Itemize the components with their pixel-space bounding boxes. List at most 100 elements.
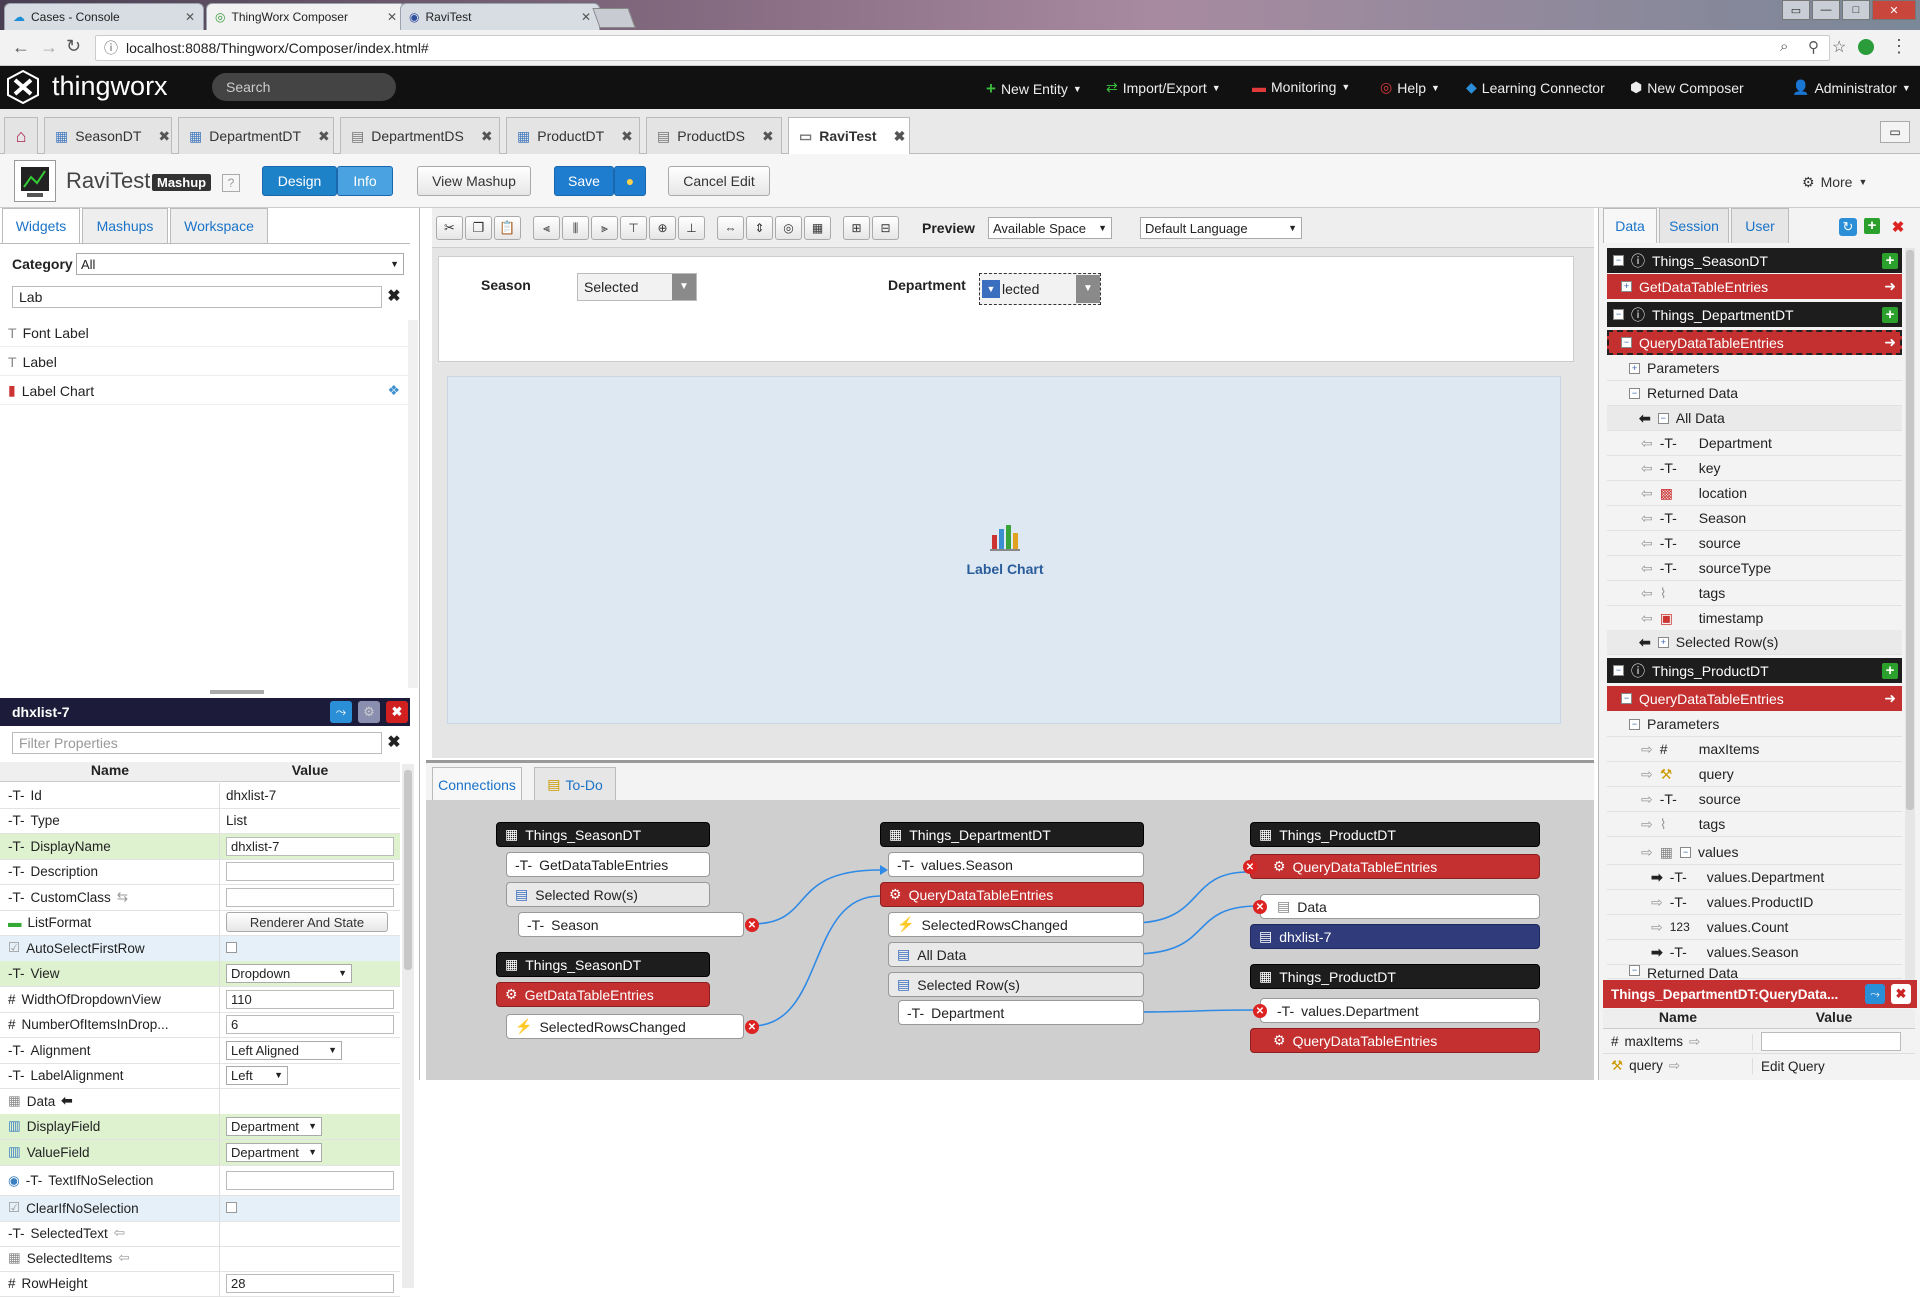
refresh-icon[interactable]: ↻ bbox=[1839, 218, 1857, 236]
new-entity-menu[interactable]: + New Entity ▼ bbox=[986, 79, 1082, 99]
tree-param-query[interactable]: ⇨ ⚒ query bbox=[1607, 762, 1902, 787]
collapse-icon[interactable]: − bbox=[1621, 693, 1632, 704]
bookmark-star-icon[interactable]: ☆ bbox=[1832, 37, 1846, 57]
edit-query-link[interactable]: Edit Query bbox=[1753, 1059, 1915, 1074]
node-selectedrowschanged[interactable]: ⚡ SelectedRowsChanged bbox=[506, 1014, 744, 1039]
add-data-icon[interactable]: + bbox=[1864, 218, 1880, 234]
close-icon[interactable]: ✖ bbox=[762, 128, 774, 145]
distribute-v-icon[interactable]: ⊞ bbox=[843, 216, 870, 240]
align-right-icon[interactable]: ⫸ bbox=[591, 216, 618, 240]
close-icon[interactable]: ✖ bbox=[481, 128, 493, 145]
help-button[interactable]: ? bbox=[222, 174, 240, 192]
zoom-icon[interactable]: ⌕ bbox=[1780, 38, 1788, 55]
center-icon[interactable]: ◎ bbox=[775, 216, 802, 240]
node-querydatatableentries-product-2[interactable]: ⚙ QueryDataTableEntries bbox=[1250, 1028, 1540, 1053]
data-tree-scrollbar[interactable] bbox=[1905, 248, 1915, 998]
align-top-icon[interactable]: ⊤ bbox=[620, 216, 647, 240]
node-getdatatableentries[interactable]: -T- GetDataTableEntries bbox=[506, 852, 710, 877]
customclass-input[interactable] bbox=[226, 887, 394, 907]
node-all-data[interactable]: ▤ All Data bbox=[888, 942, 1144, 967]
tree-field-key[interactable]: ⇦ -T-key bbox=[1607, 456, 1902, 481]
alignment-select[interactable]: Left Aligned ▼ bbox=[226, 1040, 342, 1060]
node-values-season[interactable]: -T-values.Season bbox=[888, 852, 1144, 877]
close-icon[interactable]: ✖ bbox=[1891, 984, 1911, 1004]
browser-tab-ravitest[interactable]: ◉ RaviTest ✕ bbox=[400, 3, 600, 30]
dropdown-width-input[interactable]: 110 bbox=[226, 989, 394, 1009]
node-querydatatableentries[interactable]: ⚙ QueryDataTableEntries bbox=[880, 882, 1144, 907]
align-center-icon[interactable]: ⫼ bbox=[562, 216, 589, 240]
node-things-seasondt-2[interactable]: ▦ Things_SeasonDT bbox=[496, 952, 710, 977]
node-things-seasondt[interactable]: ▦ Things_SeasonDT bbox=[496, 822, 710, 847]
node-things-departmentdt[interactable]: ▦ Things_DepartmentDT bbox=[880, 822, 1144, 847]
tree-field-location[interactable]: ⇦ ▩ location bbox=[1607, 481, 1902, 506]
learning-connector-link[interactable]: ◆ Learning Connector bbox=[1466, 79, 1605, 96]
remove-binding-icon[interactable]: ✕ bbox=[745, 1020, 759, 1034]
close-icon[interactable]: ✕ bbox=[581, 10, 591, 24]
tab-productdt[interactable]: ▦ ProductDT ✖ bbox=[506, 117, 640, 154]
copy-icon[interactable]: ❐ bbox=[465, 216, 492, 240]
autoselect-checkbox[interactable] bbox=[226, 941, 237, 953]
mashup-top-container[interactable]: Season Selected ▼ Department ▼ lected ▼ bbox=[438, 256, 1574, 362]
tree-service-getdatatableentries[interactable]: + GetDataTableEntries ➜ bbox=[1607, 274, 1902, 299]
node-selectedrowschanged-2[interactable]: ⚡ SelectedRowsChanged bbox=[888, 912, 1144, 937]
add-service-icon[interactable]: + bbox=[1882, 306, 1898, 323]
space-select[interactable]: Available Space ▼ bbox=[988, 217, 1112, 239]
close-icon[interactable]: ✖ bbox=[318, 128, 330, 145]
close-icon[interactable]: ✖ bbox=[621, 128, 633, 145]
tab-connections[interactable]: Connections bbox=[432, 767, 522, 801]
collapse-icon[interactable]: − bbox=[1613, 665, 1624, 676]
collapse-icon[interactable]: − bbox=[1629, 965, 1640, 976]
collapse-icon[interactable]: − bbox=[1657, 412, 1669, 424]
season-dropdown[interactable]: Selected ▼ bbox=[577, 273, 697, 301]
remove-binding-icon[interactable]: ✕ bbox=[1253, 1004, 1267, 1018]
node-department-field[interactable]: -T- Department bbox=[898, 1000, 1144, 1025]
tree-field-department[interactable]: ⇦ -T- Department bbox=[1607, 431, 1902, 456]
widget-font-label[interactable]: T Font Label bbox=[0, 319, 410, 347]
textifnoselection-input[interactable] bbox=[226, 1171, 394, 1190]
description-input[interactable] bbox=[226, 861, 394, 881]
delete-widget-icon[interactable]: ✖ bbox=[386, 701, 408, 723]
tab-ravitest[interactable]: ▭ RaviTest ✖ bbox=[788, 117, 910, 154]
maximize-button[interactable]: □ bbox=[1842, 0, 1870, 20]
rowheight-input[interactable]: 28 bbox=[226, 1273, 394, 1293]
same-width-icon[interactable]: ⇔ bbox=[717, 216, 744, 240]
remove-binding-icon[interactable]: ✕ bbox=[1243, 860, 1257, 874]
save-button[interactable]: Save bbox=[554, 166, 614, 196]
align-middle-icon[interactable]: ⊕ bbox=[649, 216, 676, 240]
save-comment-button[interactable]: ● bbox=[614, 166, 646, 196]
paste-icon[interactable]: 📋 bbox=[494, 216, 521, 240]
tree-field-source[interactable]: ⇦ -T-source bbox=[1607, 531, 1902, 556]
menu-icon[interactable]: ⋮ bbox=[1890, 36, 1908, 57]
maxitems-input[interactable] bbox=[1761, 1032, 1901, 1051]
department-dropdown[interactable]: ▼ lected ▼ bbox=[979, 273, 1101, 305]
align-bottom-icon[interactable]: ⊥ bbox=[678, 216, 705, 240]
tree-param-source[interactable]: ⇨ -T-source bbox=[1607, 787, 1902, 812]
tree-returned-data-2[interactable]: − Returned Data bbox=[1607, 965, 1902, 979]
node-season-field[interactable]: -T- Season bbox=[518, 912, 744, 937]
tree-param-maxitems[interactable]: ⇨ # maxItems bbox=[1607, 737, 1902, 762]
clear-filter-icon[interactable]: ✖ bbox=[384, 286, 404, 308]
connections-canvas[interactable]: ▦ Things_SeasonDT -T- GetDataTableEntries … bbox=[426, 800, 1594, 1080]
widget-filter-input[interactable]: Lab bbox=[12, 286, 382, 308]
tree-param-values-productid[interactable]: ⇨ -T-values.ProductID bbox=[1607, 890, 1902, 915]
tree-thing-departmentdt[interactable]: − ⓘ Things_DepartmentDT + bbox=[1607, 302, 1902, 327]
help-menu[interactable]: ◎ Help ▼ bbox=[1380, 79, 1440, 96]
minimize-button[interactable]: — bbox=[1812, 0, 1840, 20]
view-select[interactable]: Dropdown ▼ bbox=[226, 963, 352, 983]
forward-arrow-icon[interactable]: → bbox=[40, 37, 58, 58]
settings-icon[interactable]: ⚙ bbox=[358, 701, 380, 723]
tree-parameters[interactable]: + Parameters bbox=[1607, 356, 1902, 381]
expand-icon[interactable]: + bbox=[1629, 362, 1640, 374]
tab-mashups[interactable]: Mashups bbox=[82, 208, 168, 243]
tab-productds[interactable]: ▤ ProductDS ✖ bbox=[646, 117, 782, 154]
import-export-menu[interactable]: ⇄ Import/Export ▼ bbox=[1106, 79, 1221, 96]
remove-data-icon[interactable]: ✖ bbox=[1889, 218, 1907, 236]
node-values-department[interactable]: -T-values.Department bbox=[1260, 998, 1540, 1023]
share-icon[interactable]: ⤳ bbox=[1865, 984, 1885, 1004]
monitoring-menu[interactable]: ▬ Monitoring ▼ bbox=[1252, 79, 1350, 95]
remove-binding-icon[interactable]: ✕ bbox=[1253, 900, 1267, 914]
tree-param-tags[interactable]: ⇨ ⌇ tags bbox=[1607, 812, 1902, 837]
collapse-icon[interactable]: − bbox=[1621, 337, 1632, 348]
tree-field-tags[interactable]: ⇦ ⌇ tags bbox=[1607, 581, 1902, 606]
labelalignment-select[interactable]: Left ▼ bbox=[226, 1065, 288, 1085]
